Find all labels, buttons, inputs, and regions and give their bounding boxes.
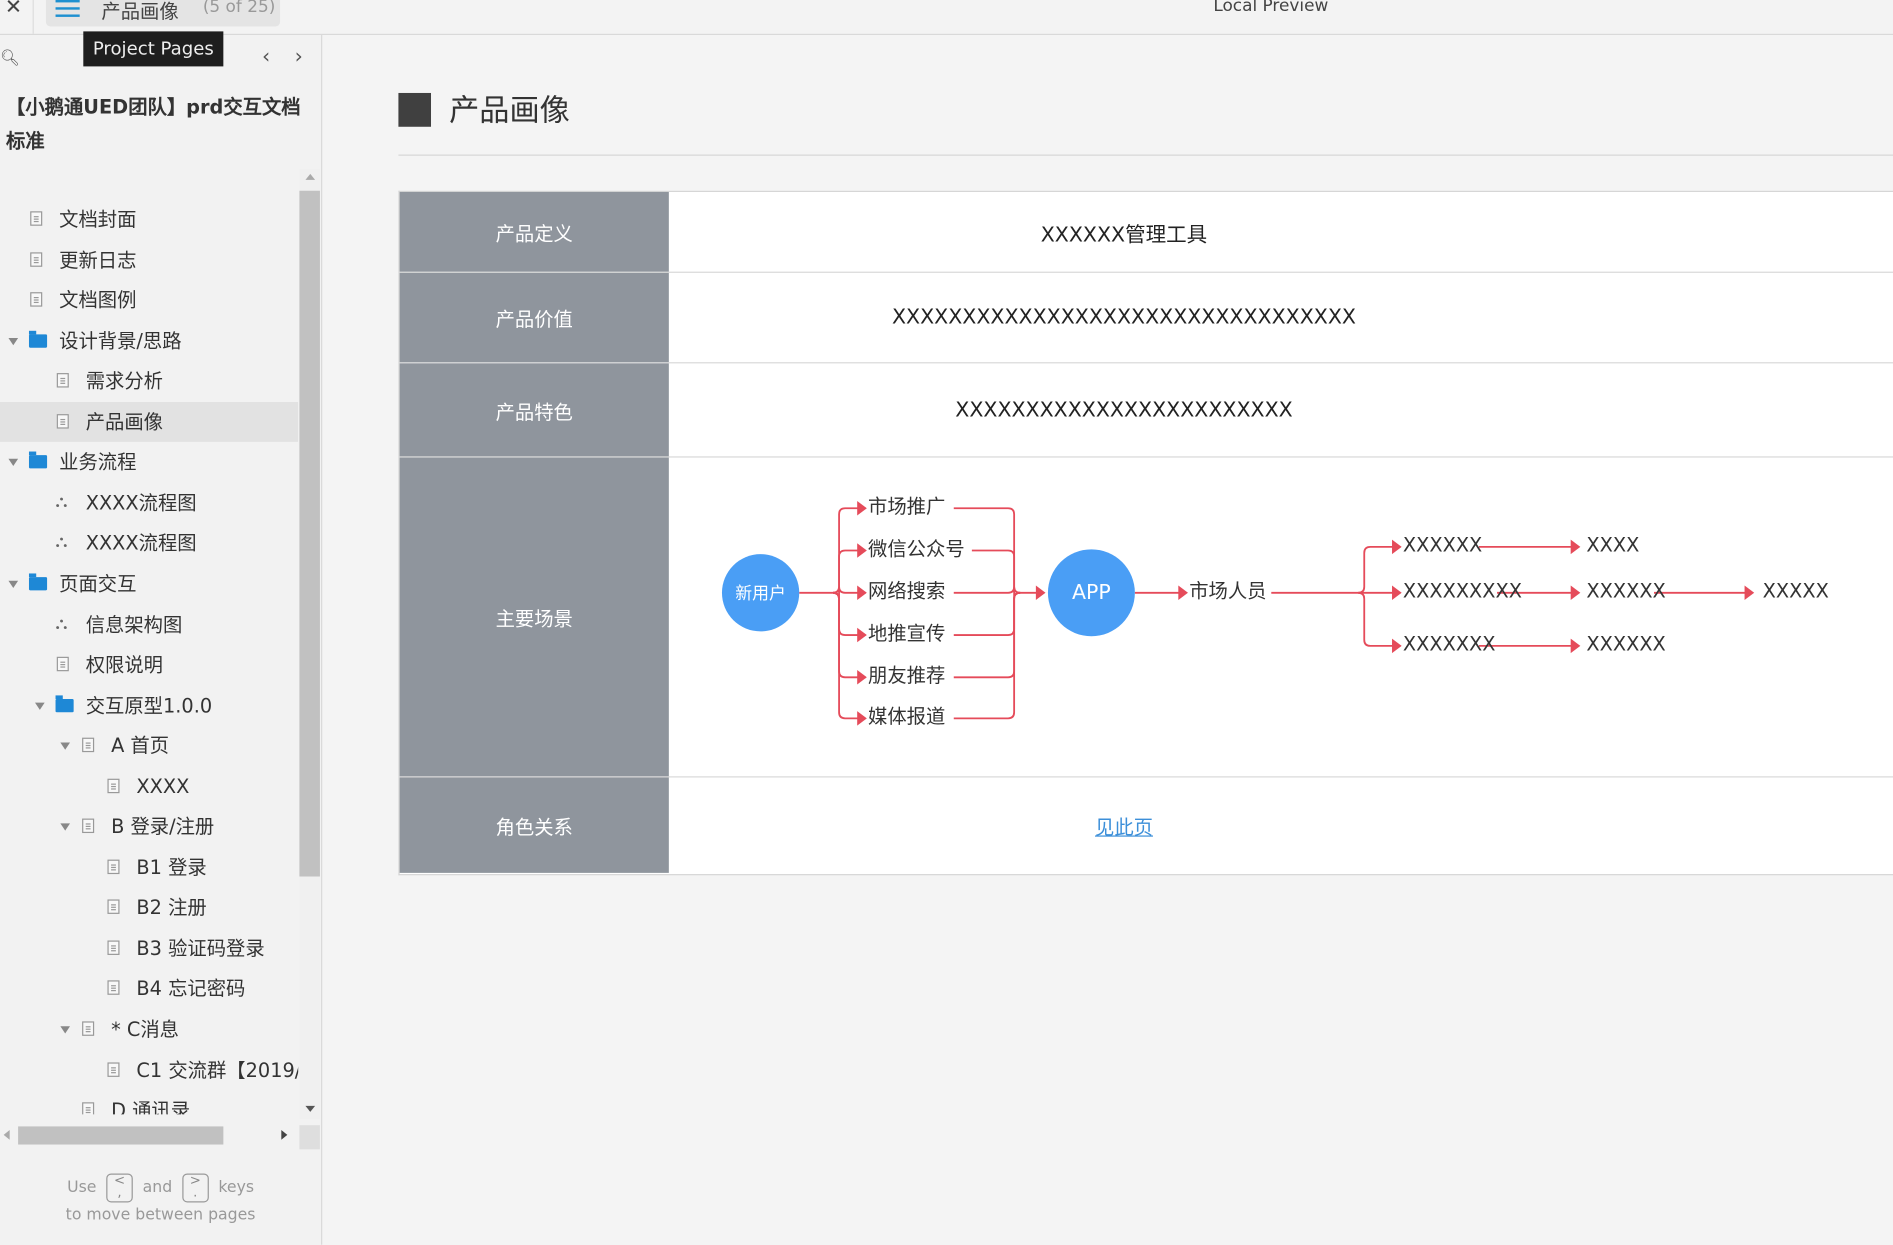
branch-label: XXXX xyxy=(1586,533,1640,557)
channel-label: 市场推广 xyxy=(868,494,946,518)
branch-label: XXXXXX xyxy=(1586,579,1666,603)
arrow-head-icon xyxy=(857,670,867,685)
arrow-head-icon xyxy=(1570,638,1581,654)
arrow-head-icon xyxy=(1178,585,1188,601)
arrow-head-icon xyxy=(1392,539,1402,555)
scenario-flow-diagram xyxy=(799,501,1755,726)
arrow-head-icon xyxy=(1570,539,1581,555)
role-label: 市场人员 xyxy=(1189,579,1267,603)
arrow-head-icon xyxy=(857,711,867,726)
branch-label: XXXXXX xyxy=(1586,632,1666,656)
connector-line xyxy=(953,591,1021,720)
branch-label: XXXXXXX xyxy=(1402,632,1496,656)
connector-line xyxy=(953,591,1021,636)
channel-label: 微信公众号 xyxy=(868,537,965,561)
app-node: APP xyxy=(1047,549,1135,637)
branch-label: XXXXXXXXX xyxy=(1402,579,1522,603)
arrow-head-icon xyxy=(857,585,867,601)
channel-label: 媒体报道 xyxy=(868,705,946,729)
arrow-head-icon xyxy=(857,627,867,643)
connector-line xyxy=(832,549,866,594)
connector-line xyxy=(971,549,1021,594)
connector-line xyxy=(832,591,866,636)
arrow-head-icon xyxy=(1570,585,1581,601)
arrow-head-icon xyxy=(1744,585,1755,601)
branch-label: XXXXXX xyxy=(1402,533,1483,557)
arrow-head-icon xyxy=(857,501,867,516)
new-user-node: 新用户 xyxy=(721,554,800,632)
arrow-head-icon xyxy=(1035,585,1046,601)
connector-line xyxy=(1358,546,1401,594)
branch-label: XXXXX xyxy=(1762,579,1829,603)
connector-line xyxy=(953,586,1021,599)
connector-line xyxy=(832,591,866,720)
channel-label: 朋友推荐 xyxy=(868,664,946,687)
arrow-head-icon xyxy=(1392,585,1402,601)
connector-line xyxy=(1358,591,1401,647)
tooltip: Project Pages xyxy=(83,31,224,67)
arrow-head-icon xyxy=(1392,638,1402,654)
arrow-head-icon xyxy=(857,543,867,558)
channel-label: 地推宣传 xyxy=(868,621,946,645)
channel-label: 网络搜索 xyxy=(868,579,946,603)
